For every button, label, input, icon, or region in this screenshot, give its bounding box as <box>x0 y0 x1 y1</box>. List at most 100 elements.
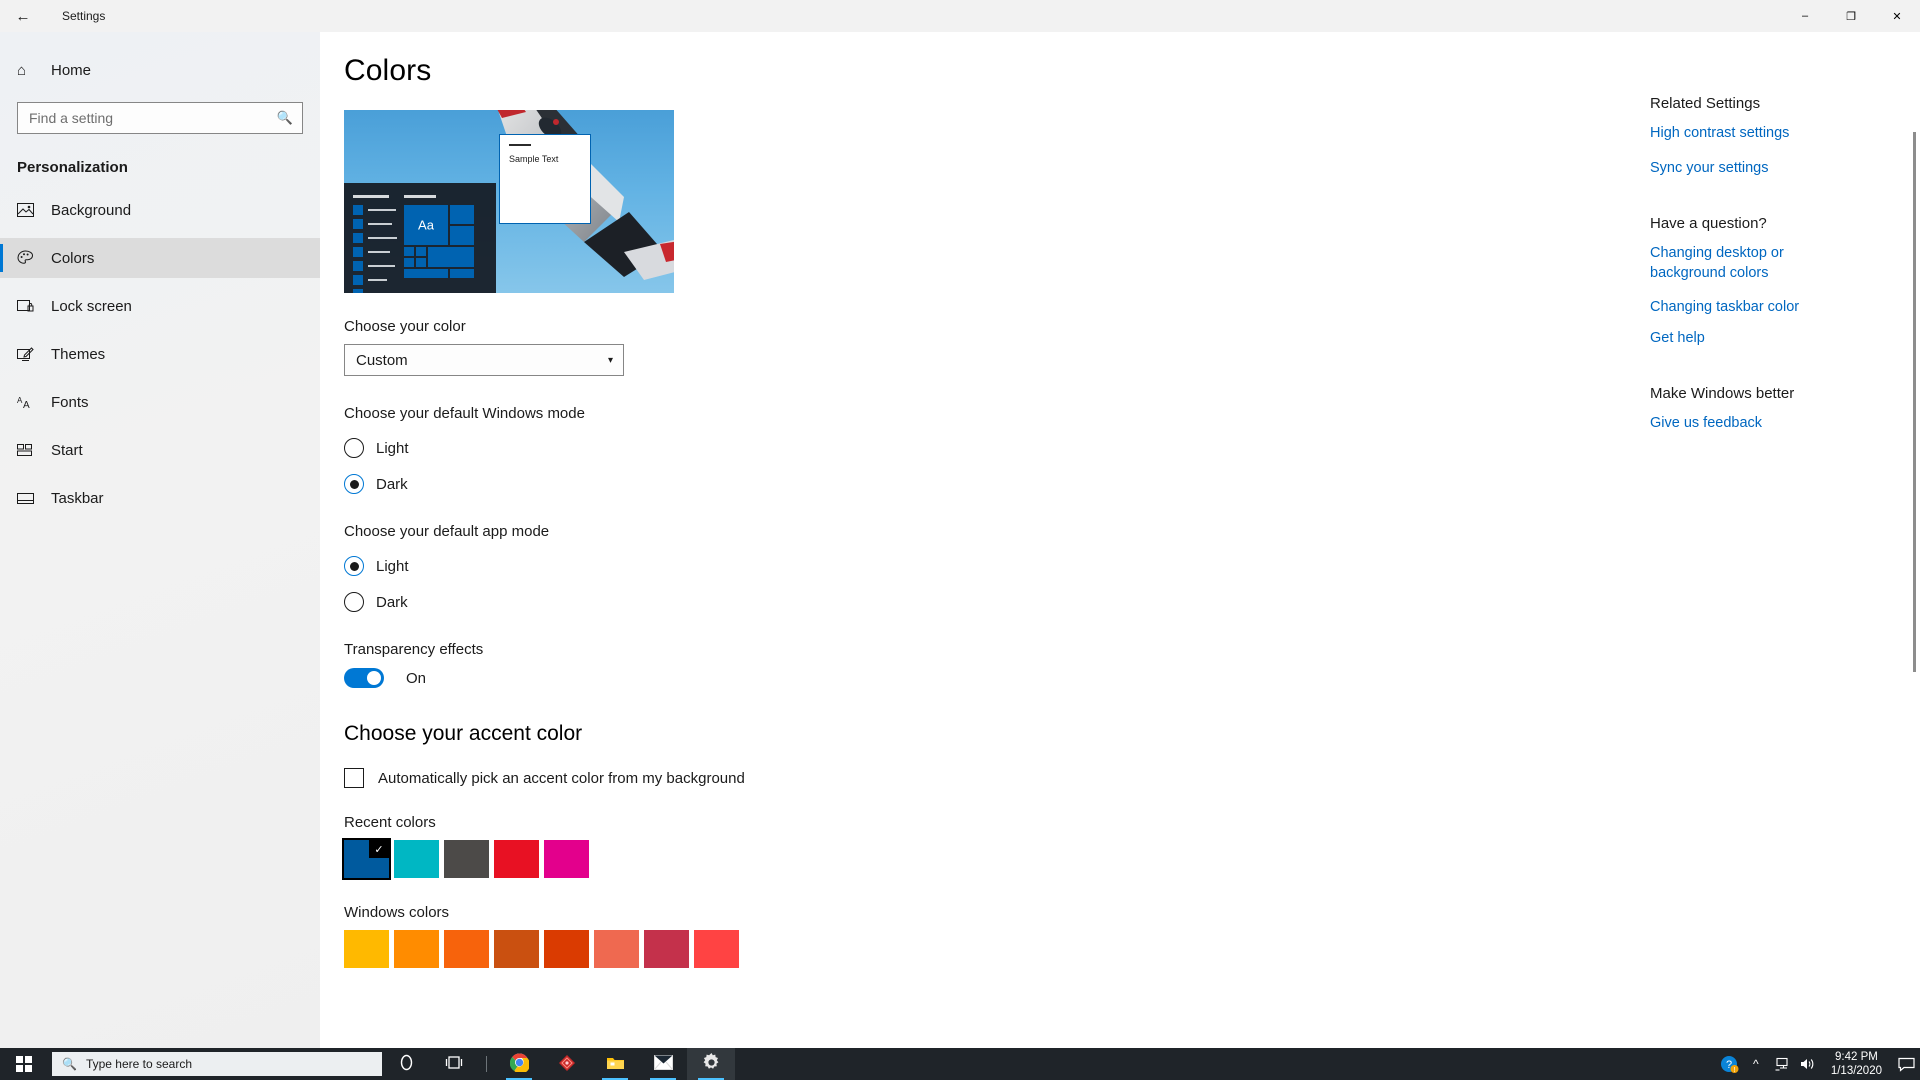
preview-tile <box>428 247 474 267</box>
preview-app-list <box>353 195 397 293</box>
start-button[interactable] <box>0 1048 48 1080</box>
link-high-contrast-settings[interactable]: High contrast settings <box>1650 124 1910 144</box>
image-icon <box>17 203 51 217</box>
preview-tile <box>404 258 414 267</box>
recent-color-swatch[interactable]: ✓ <box>342 838 391 880</box>
recent-color-swatch[interactable] <box>544 840 589 878</box>
sidebar-item-colors[interactable]: Colors <box>0 238 320 278</box>
preview-tile <box>450 269 474 278</box>
windows-color-swatch[interactable] <box>594 930 639 968</box>
close-button[interactable]: ✕ <box>1874 0 1920 32</box>
taskbar-app-diamond[interactable] <box>543 1048 591 1080</box>
link-give-us-feedback[interactable]: Give us feedback <box>1650 414 1910 434</box>
preview-list-item <box>353 275 397 285</box>
preview-sample-text: Sample Text <box>509 154 559 164</box>
search-input[interactable] <box>18 103 268 133</box>
recent-color-swatch[interactable] <box>394 840 439 878</box>
taskbar: 🔍 Type here to search ? ! ^ 9:42 PM 1/13… <box>0 1048 1920 1080</box>
auto-pick-accent-checkbox[interactable] <box>344 768 364 788</box>
sidebar-item-background[interactable]: Background <box>0 190 320 230</box>
sidebar-item-lock-screen[interactable]: Lock screen <box>0 286 320 326</box>
sidebar-item-label: Lock screen <box>51 297 132 315</box>
chevron-down-icon: ▾ <box>607 354 613 366</box>
windows-color-swatch[interactable] <box>394 930 439 968</box>
preview-tile-letters: Aa <box>418 217 434 233</box>
clock-date: 1/13/2020 <box>1830 1065 1882 1077</box>
windows-color-swatch[interactable] <box>494 930 539 968</box>
taskbar-app-file-explorer[interactable] <box>591 1048 639 1080</box>
link-changing-desktop-colors[interactable]: Changing desktop or background colors <box>1650 244 1850 283</box>
choose-color-dropdown[interactable]: Custom ▾ <box>344 344 624 376</box>
preview-list-item <box>353 289 397 293</box>
sidebar-search-wrap: 🔍 <box>0 90 320 134</box>
preview-tile <box>416 258 426 267</box>
link-get-help[interactable]: Get help <box>1650 329 1910 349</box>
rail-spacer <box>1650 193 1910 215</box>
sidebar-item-label: Background <box>51 201 132 219</box>
svg-text:!: ! <box>1734 1067 1736 1074</box>
sidebar-item-fonts[interactable]: AA Fonts <box>0 382 320 422</box>
sidebar-item-label: Fonts <box>51 393 89 411</box>
radio-label: Light <box>376 439 409 457</box>
windows-color-swatch[interactable] <box>444 930 489 968</box>
related-settings-rail: Related Settings High contrast settings … <box>1650 32 1910 1048</box>
content-scrollbar[interactable] <box>1913 132 1916 672</box>
preview-tile <box>450 226 474 245</box>
back-button[interactable]: ← <box>0 0 46 32</box>
chrome-icon <box>509 1053 530 1075</box>
sidebar-item-themes[interactable]: Themes <box>0 334 320 374</box>
network-icon[interactable] <box>1769 1057 1795 1071</box>
toggle-knob <box>367 671 381 685</box>
search-icon: 🔍 <box>62 1057 77 1071</box>
minimize-button[interactable]: – <box>1782 0 1828 32</box>
taskbar-clock[interactable]: 9:42 PM 1/13/2020 <box>1821 1050 1892 1078</box>
volume-icon[interactable] <box>1795 1057 1821 1071</box>
windows-color-swatch[interactable] <box>544 930 589 968</box>
themes-brush-icon <box>17 346 51 362</box>
cortana-button[interactable] <box>382 1048 430 1080</box>
search-box[interactable]: 🔍 <box>17 102 303 134</box>
sidebar-item-home[interactable]: ⌂ Home <box>0 50 320 90</box>
sidebar-item-label: Taskbar <box>51 489 104 507</box>
taskbar-icon <box>17 492 51 505</box>
recent-color-swatch[interactable] <box>444 840 489 878</box>
sidebar-item-taskbar[interactable]: Taskbar <box>0 478 320 518</box>
theme-preview: Aa Sample Text <box>344 110 674 293</box>
window-caption-buttons: – ❐ ✕ <box>1782 0 1920 32</box>
windows-color-swatch[interactable] <box>644 930 689 968</box>
help-warning-icon[interactable]: ?! <box>1717 1055 1743 1074</box>
recent-color-swatch[interactable] <box>494 840 539 878</box>
make-windows-better-heading: Make Windows better <box>1650 385 1795 403</box>
link-sync-your-settings[interactable]: Sync your settings <box>1650 159 1910 179</box>
taskbar-separator <box>486 1056 487 1072</box>
taskbar-app-mail[interactable] <box>639 1048 687 1080</box>
windows-color-swatch[interactable] <box>344 930 389 968</box>
mail-icon <box>653 1055 673 1073</box>
transparency-state: On <box>406 669 427 687</box>
cortana-circle-icon <box>398 1054 415 1074</box>
palette-icon <box>17 250 51 266</box>
preview-tile <box>416 247 426 256</box>
chevron-up-icon[interactable]: ^ <box>1743 1057 1769 1071</box>
preview-list-item <box>353 233 397 243</box>
sidebar-nav-list: Background Colors Lock screen Themes A A… <box>0 190 320 518</box>
link-changing-taskbar-color[interactable]: Changing taskbar color <box>1650 298 1910 318</box>
preview-tile <box>404 269 448 278</box>
preview-tile-large: Aa <box>404 205 448 245</box>
file-explorer-icon <box>606 1055 625 1074</box>
taskbar-app-settings[interactable] <box>687 1048 735 1080</box>
notifications-icon[interactable] <box>1892 1057 1920 1072</box>
system-tray: ?! ^ 9:42 PM 1/13/2020 <box>1717 1048 1920 1080</box>
start-tiles-icon <box>17 443 51 457</box>
clock-time: 9:42 PM <box>1835 1051 1878 1063</box>
taskbar-app-chrome[interactable] <box>495 1048 543 1080</box>
sidebar-item-label: Themes <box>51 345 106 363</box>
home-icon: ⌂ <box>17 61 27 79</box>
maximize-restore-button[interactable]: ❐ <box>1828 0 1874 32</box>
preview-tile <box>404 247 414 256</box>
task-view-button[interactable] <box>430 1048 478 1080</box>
sidebar-item-start[interactable]: Start <box>0 430 320 470</box>
transparency-toggle[interactable] <box>344 668 384 688</box>
taskbar-search-box[interactable]: 🔍 Type here to search <box>52 1052 382 1076</box>
windows-color-swatch[interactable] <box>694 930 739 968</box>
